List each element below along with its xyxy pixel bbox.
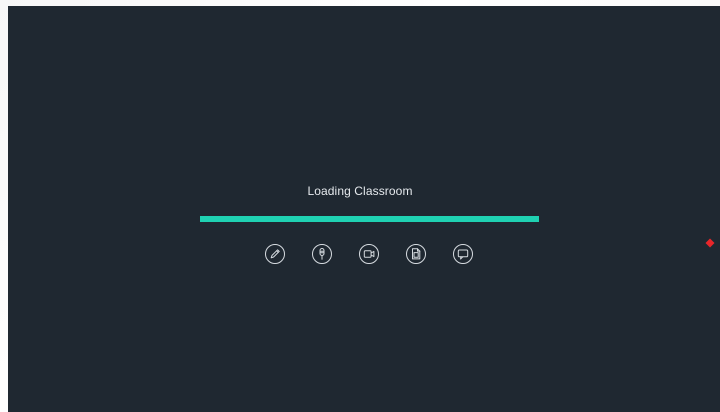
microphone-icon bbox=[311, 243, 333, 265]
pencil-icon bbox=[264, 243, 286, 265]
loading-progress-fill bbox=[200, 216, 539, 222]
classroom-loading-panel bbox=[8, 6, 720, 412]
video-camera-icon bbox=[358, 243, 380, 265]
red-diamond-marker bbox=[705, 238, 715, 248]
chat-icon bbox=[452, 243, 474, 265]
page: Loading Classroom bbox=[0, 0, 720, 412]
loading-label: Loading Classroom bbox=[307, 184, 413, 198]
loading-progress-bar bbox=[200, 216, 539, 222]
feature-icon-row bbox=[0, 243, 720, 265]
document-icon bbox=[405, 243, 427, 265]
